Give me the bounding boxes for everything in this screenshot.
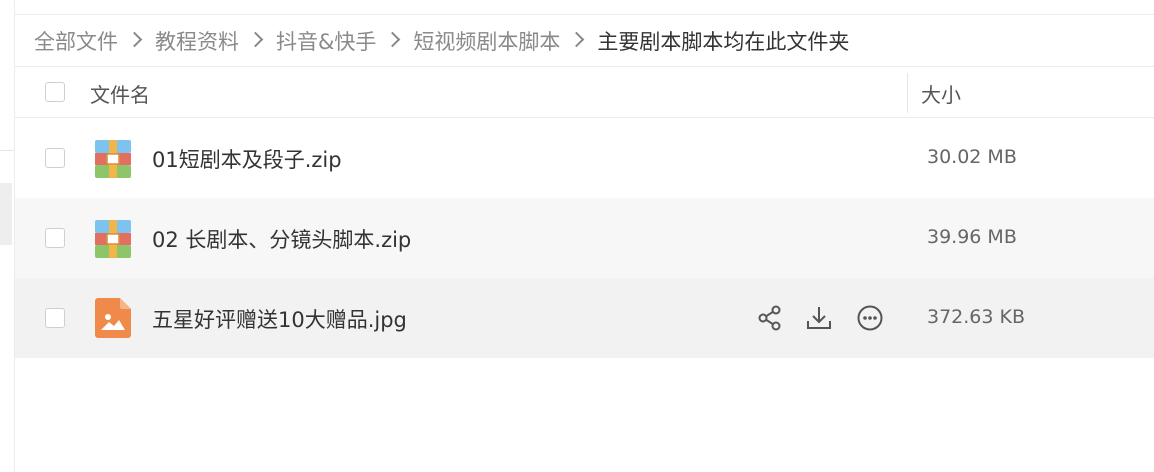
file-size: 30.02 MB — [927, 146, 1017, 168]
breadcrumb-item-all-files[interactable]: 全部文件 — [34, 26, 118, 56]
breadcrumb-item-tutorials[interactable]: 教程资料 — [155, 26, 239, 56]
sidebar-selected-item[interactable] — [0, 183, 12, 245]
breadcrumb: 全部文件 教程资料 抖音&快手 短视频剧本脚本 主要剧本脚本均在此文件夹 — [15, 14, 1154, 66]
download-icon[interactable] — [805, 304, 833, 332]
breadcrumb-item-video-scripts[interactable]: 短视频剧本脚本 — [413, 26, 560, 56]
file-name[interactable]: 02 长剧本、分镜头脚本.zip — [152, 224, 411, 254]
select-all-checkbox[interactable] — [45, 82, 65, 102]
archive-icon — [95, 220, 131, 258]
file-row[interactable]: 五星好评赠送10大赠品.jpg 372.63 KB — [15, 278, 1154, 358]
chevron-right-icon — [247, 31, 264, 48]
file-size: 39.96 MB — [927, 226, 1017, 248]
file-row-checkbox[interactable] — [45, 308, 65, 328]
sidebar-edge — [0, 0, 15, 472]
file-list-panel: 全部文件 教程资料 抖音&快手 短视频剧本脚本 主要剧本脚本均在此文件夹 文件名… — [15, 0, 1154, 472]
file-list-header: 文件名 大小 — [15, 66, 1154, 118]
column-divider[interactable] — [907, 73, 908, 113]
breadcrumb-item-douyin-kuaishou[interactable]: 抖音&快手 — [276, 26, 376, 56]
more-icon[interactable] — [856, 304, 884, 332]
archive-icon — [95, 140, 131, 178]
file-name[interactable]: 01短剧本及段子.zip — [152, 144, 342, 174]
share-icon[interactable] — [756, 304, 784, 332]
file-row[interactable]: 01短剧本及段子.zip 30.02 MB — [15, 118, 1154, 198]
file-row[interactable]: 02 长剧本、分镜头脚本.zip 39.96 MB — [15, 198, 1154, 278]
breadcrumb-current-folder: 主要剧本脚本均在此文件夹 — [597, 29, 850, 54]
image-file-icon — [95, 298, 131, 338]
chevron-right-icon — [569, 31, 585, 48]
chevron-right-icon — [385, 31, 401, 48]
file-size: 372.63 KB — [927, 306, 1026, 328]
file-name[interactable]: 五星好评赠送10大赠品.jpg — [152, 304, 407, 334]
chevron-right-icon — [126, 31, 143, 48]
column-header-name[interactable]: 文件名 — [90, 79, 150, 108]
sidebar-divider — [0, 150, 14, 151]
file-row-checkbox[interactable] — [45, 228, 65, 248]
file-row-checkbox[interactable] — [45, 148, 65, 168]
column-header-size[interactable]: 大小 — [921, 79, 961, 108]
